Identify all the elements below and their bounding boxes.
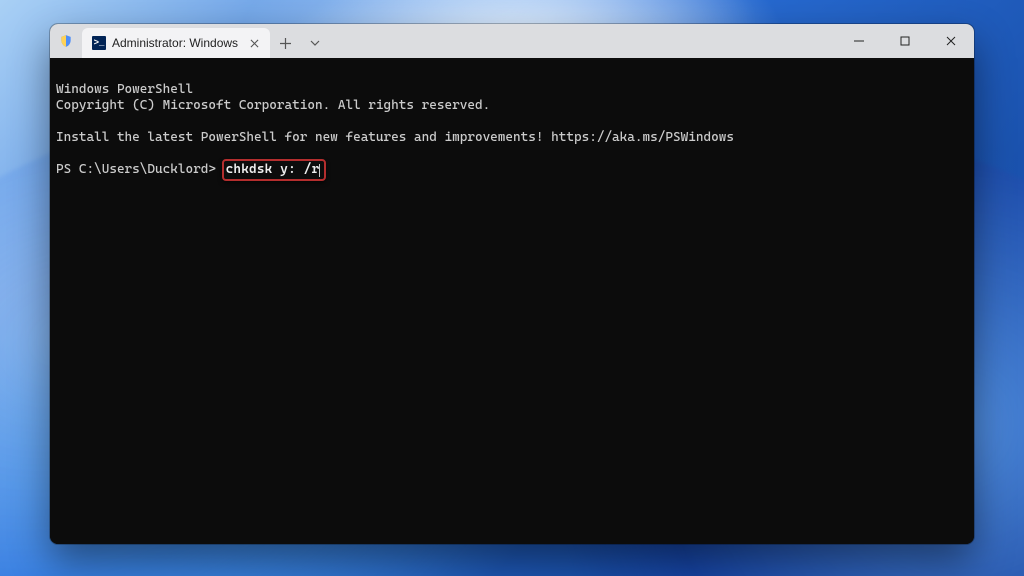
tab-active[interactable]: >_ Administrator: Windows Powe [82,28,270,58]
minimize-button[interactable] [836,24,882,58]
admin-shield-icon [50,24,82,58]
tab-close-button[interactable] [246,35,262,51]
titlebar-drag-region[interactable] [330,24,836,58]
close-button[interactable] [928,24,974,58]
terminal-window: >_ Administrator: Windows Powe [50,24,974,544]
maximize-button[interactable] [882,24,928,58]
terminal-line: Copyright (C) Microsoft Corporation. All… [56,98,490,113]
tab-title: Administrator: Windows Powe [112,36,240,50]
titlebar[interactable]: >_ Administrator: Windows Powe [50,24,974,58]
desktop-wallpaper: >_ Administrator: Windows Powe [0,0,1024,576]
text-cursor [319,164,320,177]
command-highlight-box: chkdsk y: /r [222,159,327,181]
terminal-command: chkdsk y: /r [226,162,320,178]
tab-dropdown-button[interactable] [300,28,330,58]
new-tab-button[interactable] [270,28,300,58]
powershell-icon: >_ [92,36,106,50]
terminal-line: Install the latest PowerShell for new fe… [56,130,734,145]
terminal-body[interactable]: Windows PowerShell Copyright (C) Microso… [50,58,974,544]
terminal-line: Windows PowerShell [56,82,193,97]
terminal-prompt: PS C:\Users\Ducklord> [56,162,224,178]
